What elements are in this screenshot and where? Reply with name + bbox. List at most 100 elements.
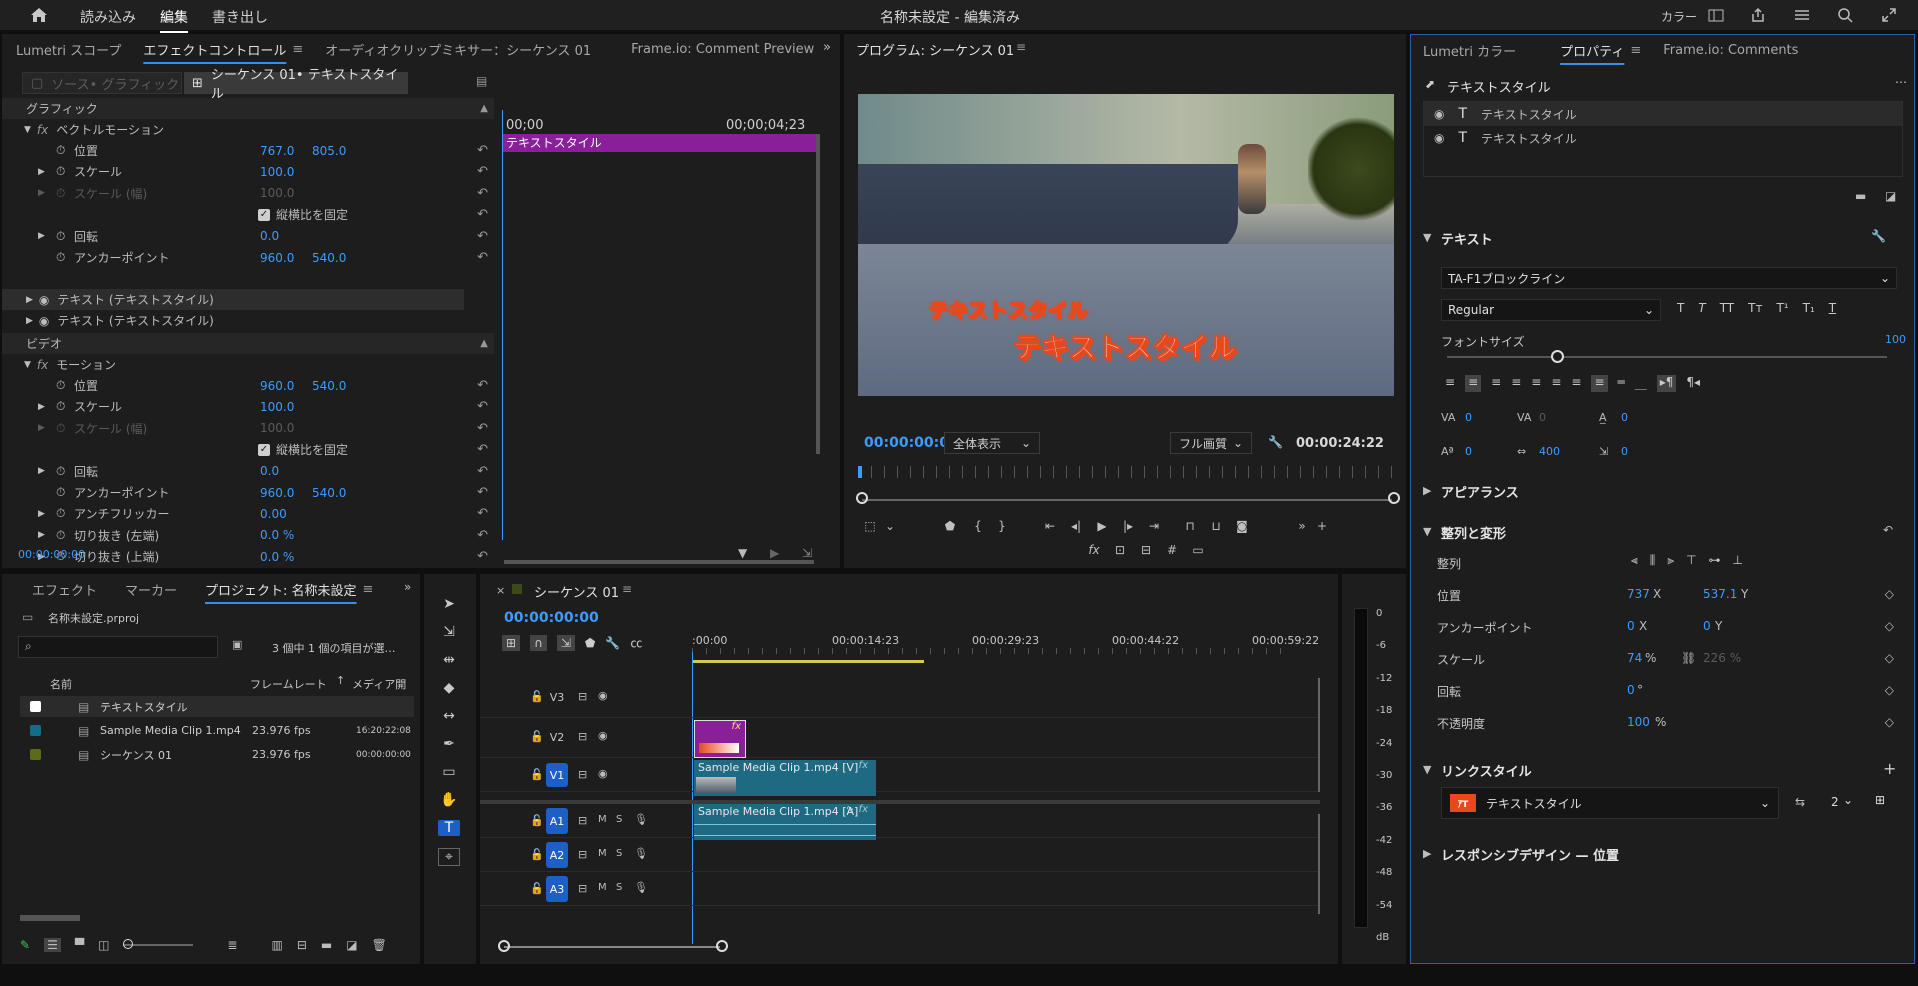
underline-icon[interactable]: T (1829, 301, 1836, 315)
param-value[interactable]: 0.0 (260, 229, 279, 243)
mark-in-icon[interactable]: { (968, 516, 988, 536)
link-icon[interactable]: ⛓ (1681, 651, 1696, 665)
expand-icon[interactable]: ▶ (38, 402, 45, 412)
param-value[interactable]: 960.0 (260, 379, 294, 393)
align-top-icon[interactable]: ⊤ (1686, 553, 1696, 568)
track-divider[interactable] (480, 800, 1320, 804)
track-label-V1[interactable]: V1 (546, 763, 568, 787)
pen-icon[interactable]: ✒ (443, 736, 455, 752)
stopwatch-icon[interactable]: ⏱ (56, 506, 65, 521)
add-style-icon[interactable]: + (1883, 759, 1896, 778)
opacity-value[interactable]: 100 (1627, 715, 1650, 729)
param-row[interactable]: ✓ 縦横比を固定 ↶ (2, 204, 494, 225)
stopwatch-icon[interactable]: ⏱ (56, 464, 65, 479)
position-y[interactable]: 537.1 (1703, 587, 1737, 601)
expand-icon[interactable]: ▶ (38, 466, 45, 476)
track-label-A3[interactable]: A3 (546, 876, 568, 902)
expand-icon[interactable]: ▶ (38, 188, 45, 198)
ec-timecode[interactable]: 00:00:00:00 (18, 548, 85, 561)
trash-icon[interactable]: 🗑 (372, 938, 387, 952)
audio-track-header[interactable]: 🔓 A1 ⊟ M S 🎙 (480, 804, 1320, 838)
checkbox-icon[interactable]: ✓ (258, 443, 270, 456)
param-row[interactable]: ▶ ⏱ スケール (幅) 100.0 ↶ (2, 183, 494, 204)
expand-icon[interactable]: ▶ (38, 530, 45, 540)
step-forward-icon[interactable]: |▸ (1118, 516, 1138, 536)
sync-lock-icon[interactable]: ⊟ (578, 882, 587, 895)
sequence-title[interactable]: シーケンス 01 (534, 582, 619, 601)
snap-icon[interactable]: ∩ (530, 634, 547, 651)
track-select-icon[interactable]: ⇲ (443, 624, 455, 640)
more-icon[interactable]: ⋯ (1895, 75, 1907, 89)
tracking-value[interactable]: 0 (1539, 411, 1546, 424)
list-item[interactable]: ▤ Sample Media Clip 1.mp4 23.976 fps 16:20:… (20, 720, 414, 741)
work-area-bar[interactable] (692, 660, 924, 663)
expand-icon[interactable]: ▶ (38, 509, 45, 519)
graphic-clip[interactable]: fx (694, 720, 746, 758)
track-label-A2[interactable]: A2 (546, 842, 568, 868)
style-dropdown[interactable]: Regular ⌄ (1441, 299, 1661, 321)
multicam-icon[interactable]: ⊟ (1136, 540, 1156, 560)
automate-icon[interactable]: ▥ (271, 938, 282, 952)
font-dropdown[interactable]: TA-F1ブロックライン ⌄ (1441, 267, 1897, 289)
menu-edit[interactable]: 編集 (160, 7, 188, 33)
marker-icon[interactable]: ⬟ (585, 636, 595, 650)
superscript-icon[interactable]: T¹ (1776, 301, 1788, 315)
hand-icon[interactable]: ✋ (440, 792, 457, 808)
reset-icon[interactable]: ↶ (477, 528, 488, 543)
video-track-header[interactable]: 🔓 V2 ⊟ ◉ (480, 718, 1320, 758)
reset-icon[interactable]: ↶ (477, 485, 488, 500)
list-item[interactable]: ▤ シーケンス 01 23.976 fps 00:00:00:00 (20, 744, 414, 765)
export-icon[interactable]: ⇲ (802, 546, 812, 560)
stopwatch-icon[interactable]: ⏱ (56, 164, 65, 179)
icon-view-icon[interactable]: ▀ (75, 938, 84, 952)
sync-lock-icon[interactable]: ⊟ (578, 730, 587, 743)
tab-frameio-comments[interactable]: Frame.io: Comments (1663, 43, 1798, 58)
home-icon[interactable] (28, 5, 50, 25)
vector-motion-row[interactable]: ▼ fx ベクトルモーション (2, 119, 164, 140)
maximize-icon[interactable] (1880, 6, 1898, 24)
keyframe-diamond-icon[interactable]: ◇ (1885, 587, 1894, 601)
stopwatch-icon[interactable]: ⏱ (56, 229, 65, 244)
workspace-label[interactable]: カラー (1661, 8, 1697, 25)
lock-icon[interactable]: 🔓 (530, 768, 544, 781)
remix-icon[interactable]: ⌖ (438, 848, 460, 866)
param-row[interactable]: ▶ ⏱ スケール (幅) 100.0 ↶ (2, 418, 494, 439)
chevron-down-icon[interactable]: ⌄ (1843, 793, 1853, 807)
font-size-slider-handle[interactable] (1551, 350, 1564, 363)
keyframe-diamond-icon[interactable]: ◇ (1885, 715, 1894, 729)
mic-icon[interactable]: 🎙 (634, 881, 648, 894)
eye-icon[interactable]: ◉ (598, 689, 608, 702)
param-value[interactable]: 960.0 (260, 486, 294, 500)
fx-toggle-icon[interactable]: fx (1084, 540, 1104, 560)
stopwatch-icon[interactable]: ⏱ (56, 399, 65, 414)
overwrite-icon[interactable]: ⊔ (1206, 516, 1226, 536)
param-value[interactable]: 960.0 (260, 251, 294, 265)
bold-icon[interactable]: T (1677, 301, 1684, 315)
motion-row[interactable]: ▼ fx モーション (2, 354, 116, 375)
eye-icon[interactable]: ◉ (39, 293, 49, 307)
lock-icon[interactable]: 🔓 (530, 882, 544, 895)
param-row[interactable]: ⏱ アンカーポイント 960.0 540.0 ↶ (2, 482, 494, 503)
eye-icon[interactable]: ◉ (1434, 131, 1444, 145)
text-layer-1[interactable]: ▶ ◉ テキスト (テキストスタイル) (2, 289, 464, 310)
lock-icon[interactable]: 🔓 (530, 814, 544, 827)
param-row[interactable]: ▶ ⏱ アンチフリッカー 0.00 ↶ (2, 503, 494, 524)
mic-icon[interactable]: 🎙 (634, 813, 648, 826)
audio-clip-a1[interactable]: Sample Media Clip 1.mp4 [A] ∿ fx (694, 804, 876, 840)
col-media[interactable]: メディア開 (352, 676, 406, 692)
param-row[interactable]: ▶ ⏱ 回転 0.0 ↶ (2, 226, 494, 247)
sync-lock-icon[interactable]: ⊟ (578, 848, 587, 861)
program-zoom-bar[interactable] (862, 499, 1392, 501)
ec-clip-bar[interactable]: テキストスタイル (502, 134, 818, 152)
hscroll-handle-right[interactable] (716, 940, 728, 952)
keyframe-diamond-icon[interactable]: ◇ (1885, 651, 1894, 665)
align-v-center-icon[interactable]: ⊶ (1709, 553, 1721, 568)
reset-icon[interactable]: ↶ (477, 378, 488, 393)
param-row[interactable]: ▶ ⏱ 切り抜き (左端) 0.0 % ↶ (2, 525, 494, 546)
step-back-icon[interactable]: ◂| (1066, 516, 1086, 536)
wrench-icon[interactable]: 🔧 (1268, 435, 1283, 449)
reset-icon[interactable]: ↶ (477, 442, 488, 457)
pencil-icon[interactable]: ✎ (20, 938, 30, 952)
kerning-value[interactable]: 0 (1465, 411, 1472, 424)
timeline-ruler[interactable]: :00:00 00:00:14:23 00:00:29:23 00:00:44:22 0… (692, 634, 1319, 654)
